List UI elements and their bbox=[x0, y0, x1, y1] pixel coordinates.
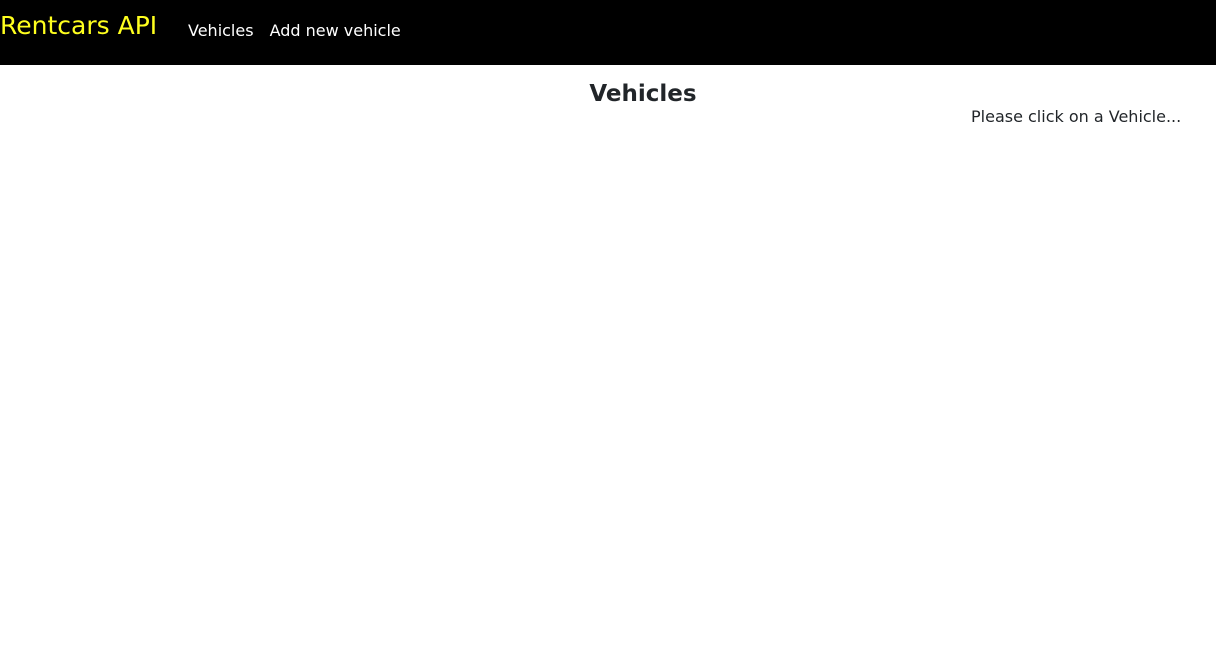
nav-link-vehicles[interactable]: Vehicles bbox=[188, 20, 254, 42]
vehicle-list bbox=[0, 130, 900, 630]
brand-link[interactable]: Rentcars API bbox=[0, 10, 157, 42]
nav-links: Vehicles Add new vehicle bbox=[188, 20, 401, 42]
top-navbar: Rentcars API Vehicles Add new vehicle bbox=[0, 0, 1216, 65]
vehicle-detail-panel: Please click on a Vehicle... bbox=[971, 106, 1201, 128]
detail-prompt-text: Please click on a Vehicle... bbox=[971, 107, 1182, 126]
nav-link-add-new-vehicle[interactable]: Add new vehicle bbox=[270, 20, 401, 42]
